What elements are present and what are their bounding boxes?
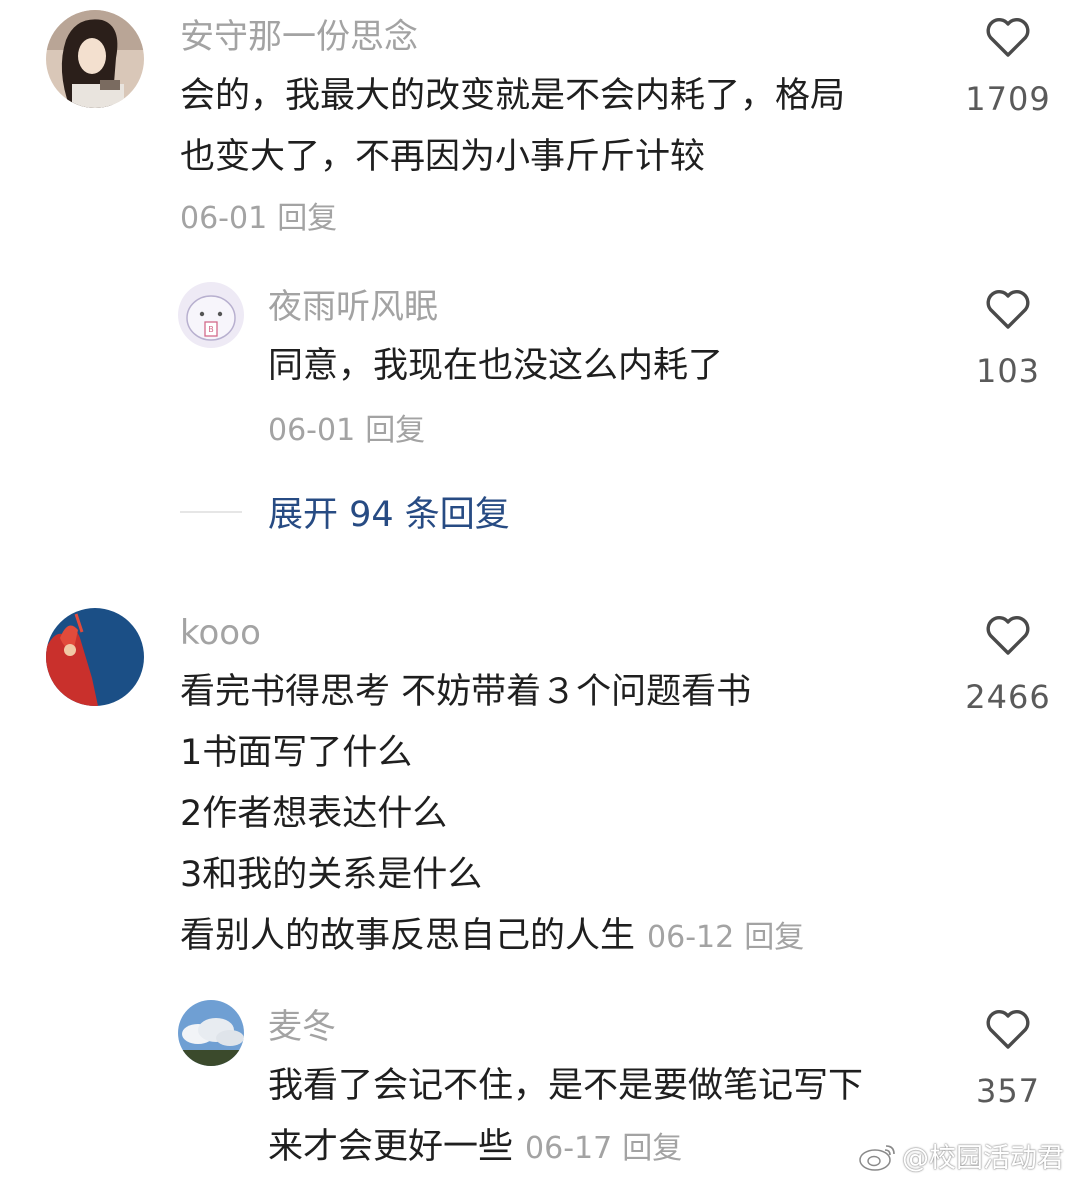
comment-line: 我看了会记不住，是不是要做笔记写下 [268, 1066, 864, 1106]
reply-button[interactable]: 回复 [622, 1131, 682, 1166]
comment-meta: 06-01 回复 [268, 416, 425, 446]
avatar[interactable] [46, 608, 144, 706]
avatar-illustration [46, 608, 144, 706]
like-control: 103 [953, 288, 1063, 390]
expand-replies-button[interactable]: 展开 94 条回复 [268, 486, 510, 537]
like-count: 2466 [965, 678, 1051, 716]
comment-text: 看完书得思考 不妨带着３个问题看书 1书面写了什么 2作者想表达什么 3和我的关… [180, 662, 804, 968]
svg-text:B: B [208, 325, 214, 334]
comment-text: 会的，我最大的改变就是不会内耗了，格局 也变大了，不再因为小事斤斤计较 [180, 66, 845, 188]
comment-line: 也变大了，不再因为小事斤斤计较 [180, 137, 706, 177]
reply-button[interactable]: 回复 [744, 920, 804, 955]
comment-text: 我看了会记不住，是不是要做笔记写下 来才会更好一些 06-17 回复 [268, 1056, 863, 1179]
watermark: @校园活动君 [858, 1136, 1064, 1175]
comment-line: 看完书得思考 不妨带着３个问题看书 [180, 672, 752, 712]
heart-outline-icon[interactable] [985, 16, 1031, 58]
comment-line: 会的，我最大的改变就是不会内耗了，格局 [180, 76, 846, 116]
comment-line: 2作者想表达什么 [180, 794, 448, 834]
like-count: 103 [975, 352, 1041, 390]
avatar[interactable] [178, 1000, 244, 1066]
like-count: 1709 [965, 80, 1051, 118]
comment-date: 06-17 [525, 1131, 613, 1166]
avatar-sky-photo [178, 1000, 244, 1066]
heart-outline-icon[interactable] [985, 614, 1031, 656]
expand-replies[interactable]: 展开 94 条回复 [180, 486, 510, 537]
watermark-text: @校园活动君 [902, 1143, 1064, 1174]
comment-line: 3和我的关系是什么 [180, 855, 483, 895]
like-control: 357 [953, 1008, 1063, 1110]
username[interactable]: 安守那一份思念 [180, 20, 418, 54]
comment-line: 同意，我现在也没这么内耗了 [268, 346, 724, 386]
heart-outline-icon[interactable] [985, 1008, 1031, 1050]
comment-line-with-meta: 来才会更好一些 06-17 回复 [268, 1117, 863, 1179]
like-control: 2466 [953, 614, 1063, 716]
heart-outline-icon[interactable] [985, 288, 1031, 330]
avatar[interactable]: B [178, 282, 244, 348]
like-count: 357 [975, 1072, 1041, 1110]
username[interactable]: 麦冬 [268, 1010, 336, 1044]
comment-meta: 06-01 回复 [180, 204, 337, 234]
divider [180, 510, 242, 513]
weibo-logo-icon [859, 1144, 895, 1171]
comment-text: 同意，我现在也没这么内耗了 [268, 336, 723, 397]
comment-line: 来才会更好一些 [268, 1127, 514, 1167]
comment-line: 1书面写了什么 [180, 733, 413, 773]
username[interactable]: 夜雨听风眠 [268, 290, 438, 324]
comment-date: 06-01 [180, 201, 268, 236]
comment-line: 看别人的故事反思自己的人生 [180, 916, 636, 956]
like-control: 1709 [953, 16, 1063, 118]
username[interactable]: kooo [180, 616, 261, 650]
comment-date: 06-12 [647, 920, 735, 955]
avatar[interactable] [46, 10, 144, 108]
reply-button[interactable]: 回复 [277, 201, 337, 236]
comment-line-with-meta: 看别人的故事反思自己的人生 06-12 回复 [180, 906, 804, 968]
avatar-photo-woman [46, 10, 144, 108]
reply-button[interactable]: 回复 [365, 413, 425, 448]
avatar-cartoon: B [178, 282, 244, 348]
comment-date: 06-01 [268, 413, 356, 448]
